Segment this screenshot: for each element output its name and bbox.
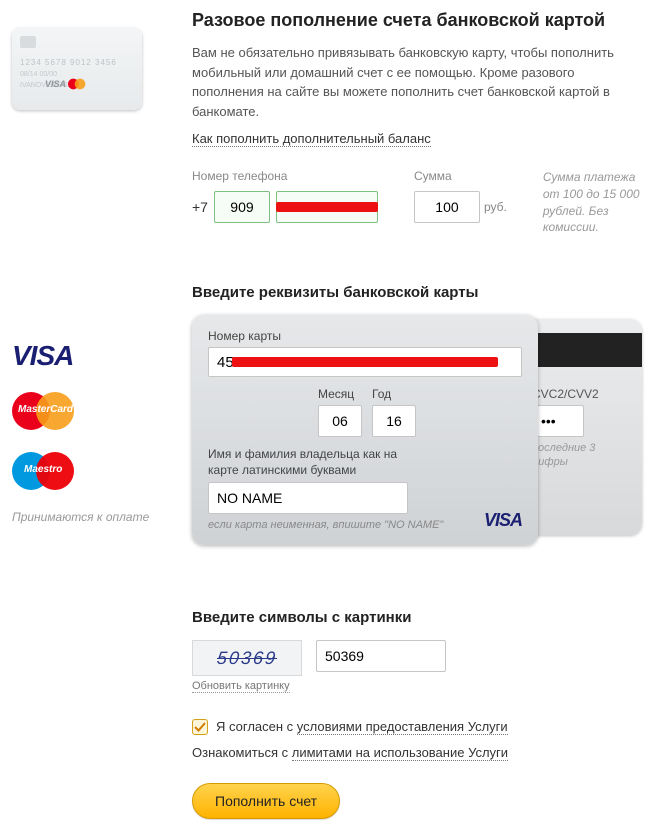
visa-icon: VISA — [484, 510, 522, 531]
card-front: Номер карты Месяц Год Имя и ф — [192, 315, 538, 545]
submit-button[interactable]: Пополнить счет — [192, 783, 340, 819]
sample-card: 1234 5678 9012 3456 08/14 00/00 IVANOV S… — [12, 28, 142, 110]
mastercard-icon — [68, 78, 87, 90]
accepted-note: Принимаются к оплате — [12, 510, 192, 524]
page-title: Разовое пополнение счета банковской карт… — [192, 10, 642, 31]
captcha-refresh-link[interactable]: Обновить картинку — [192, 680, 290, 693]
card-chip-icon — [20, 36, 36, 48]
captcha-section-title: Введите символы с картинки — [192, 609, 642, 626]
amount-block: Сумма руб. — [414, 169, 507, 223]
phone-number-input[interactable] — [276, 191, 378, 223]
captcha-input[interactable] — [316, 640, 446, 672]
name-input[interactable] — [208, 482, 408, 514]
year-label: Год — [372, 387, 416, 401]
month-input[interactable] — [318, 405, 362, 437]
year-input[interactable] — [372, 405, 416, 437]
limits-text: Ознакомиться с лимитами на использование… — [192, 745, 642, 761]
phone-code-input[interactable] — [214, 191, 270, 223]
name-label: Имя и фамилия владельца как на карте лат… — [208, 447, 418, 478]
amount-unit: руб. — [484, 200, 507, 214]
captcha-image: 50369 — [192, 640, 302, 676]
month-label: Месяц — [318, 387, 362, 401]
name-hint: если карта неименная, впишите "NO NAME" — [208, 518, 522, 532]
phone-block: Номер телефона +7 — [192, 169, 378, 223]
check-icon — [194, 721, 206, 733]
cvv-hint: последние 3 цифры — [532, 441, 628, 470]
agree-checkbox[interactable] — [192, 719, 208, 735]
redaction-bar — [232, 357, 498, 367]
card-area: CVC2/CVV2 последние 3 цифры Номер карты … — [192, 315, 642, 575]
terms-link[interactable]: условиями предоставления Услуги — [297, 719, 508, 735]
phone-prefix: +7 — [192, 199, 208, 215]
amount-input[interactable] — [414, 191, 480, 223]
amount-hint: Сумма платежа от 100 до 15 000 рублей. Б… — [543, 169, 642, 236]
amount-label: Сумма — [414, 169, 507, 183]
card-section-title: Введите реквизиты банковской карты — [192, 284, 642, 301]
visa-icon: VISA — [45, 79, 66, 89]
help-link[interactable]: Как пополнить дополнительный баланс — [192, 131, 431, 147]
intro-text: Вам не обязательно привязывать банковску… — [192, 43, 642, 121]
visa-logo: VISA — [12, 340, 192, 372]
cvv-input[interactable] — [532, 405, 584, 437]
mastercard-logo: MasterCard — [12, 390, 80, 432]
cvv-label: CVC2/CVV2 — [532, 387, 628, 401]
limits-link[interactable]: лимитами на использование Услуги — [292, 745, 508, 761]
agree-text: Я согласен с условиями предоставления Ус… — [216, 719, 508, 735]
maestro-logo: Maestro — [12, 450, 80, 492]
phone-label: Номер телефона — [192, 169, 378, 183]
cardnum-label: Номер карты — [208, 329, 522, 343]
